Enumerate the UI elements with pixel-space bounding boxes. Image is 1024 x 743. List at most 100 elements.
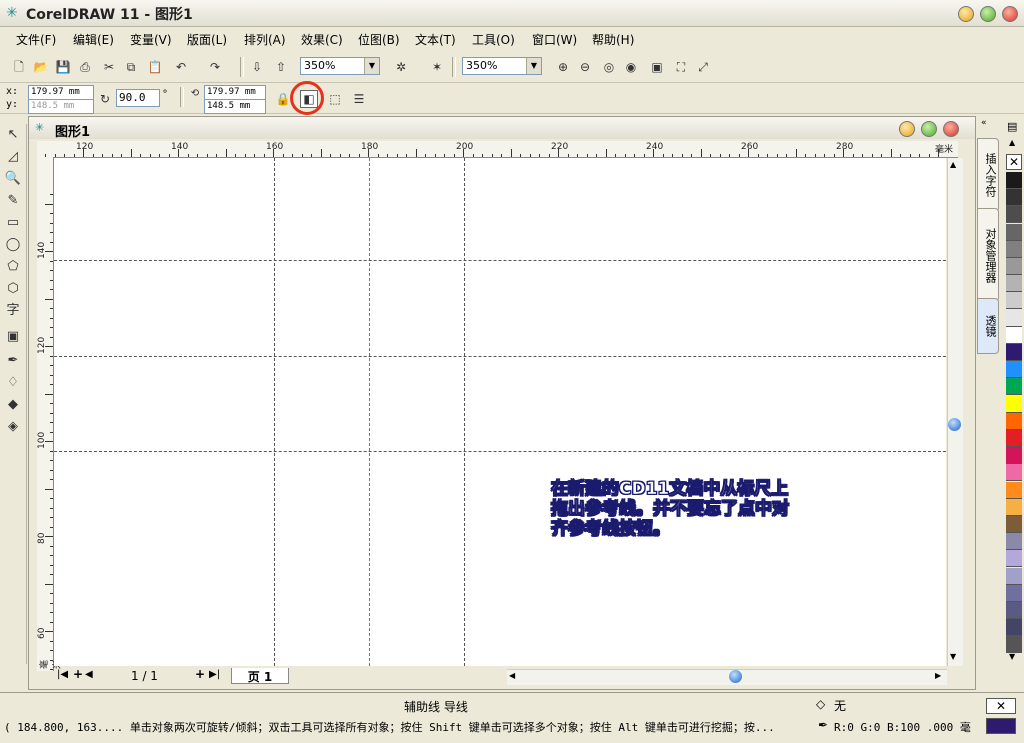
menu-help[interactable]: 帮助(H): [592, 31, 634, 48]
color-swatch[interactable]: [1006, 636, 1022, 654]
zoom-selected-icon[interactable]: ◎: [600, 58, 618, 76]
last-page-icon[interactable]: ▶|: [209, 669, 220, 680]
doc-close-button[interactable]: [943, 121, 959, 137]
vertical-guideline[interactable]: [274, 158, 275, 666]
doc-minimize-button[interactable]: [899, 121, 915, 137]
menu-effects[interactable]: 效果(C): [301, 31, 343, 48]
horizontal-ruler[interactable]: 120 140 160 180 200 220 240 260 280 毫米: [37, 141, 958, 158]
add-page-after-icon[interactable]: +: [195, 667, 205, 681]
color-swatch[interactable]: [1006, 361, 1022, 379]
application-launcher-icon[interactable]: ✲: [392, 58, 410, 76]
color-swatch[interactable]: [1006, 275, 1022, 293]
zoom-level-combo[interactable]: 350% ▼: [300, 57, 380, 75]
palette-scroll-down-icon[interactable]: ▼: [1009, 652, 1015, 661]
color-swatch[interactable]: [1006, 464, 1022, 482]
outline-tool-icon[interactable]: ♢: [4, 374, 22, 392]
no-color-swatch[interactable]: ✕: [1006, 154, 1022, 170]
palette-menu-icon[interactable]: ▤: [1007, 120, 1017, 133]
color-swatch[interactable]: [1006, 619, 1022, 637]
zoom-dropdown-arrow-icon[interactable]: ▼: [364, 58, 379, 74]
y-position-field[interactable]: 148.5 mm: [28, 99, 94, 114]
horizontal-guideline[interactable]: [54, 260, 946, 261]
color-swatch[interactable]: [1006, 309, 1022, 327]
basic-shapes-tool-icon[interactable]: ⬡: [4, 280, 22, 298]
docker-collapse-icon[interactable]: «: [981, 118, 987, 128]
prev-page-icon[interactable]: ◀: [85, 669, 93, 680]
color-swatch[interactable]: [1006, 223, 1022, 241]
color-swatch[interactable]: [1006, 430, 1022, 447]
maximize-button[interactable]: [980, 6, 996, 22]
color-swatch[interactable]: [1006, 412, 1022, 430]
ellipse-tool-icon[interactable]: ◯: [4, 236, 22, 254]
color-swatch[interactable]: [1006, 516, 1022, 533]
scroll-up-icon[interactable]: ▲: [950, 160, 956, 169]
drawing-canvas[interactable]: [54, 158, 946, 666]
color-swatch[interactable]: [1006, 395, 1022, 413]
paste-icon[interactable]: 📋: [146, 58, 164, 76]
text-tool-icon[interactable]: 字: [4, 302, 22, 320]
undo-icon[interactable]: ↶: [172, 58, 190, 76]
zoom-levels-combo[interactable]: 350% ▼: [462, 57, 542, 75]
corel-online-icon[interactable]: ✶: [428, 58, 446, 76]
guidelines-setup-icon[interactable]: ⬚: [326, 90, 344, 108]
color-swatch[interactable]: [1006, 292, 1022, 310]
zoom-tool-icon[interactable]: 🔍: [4, 170, 22, 188]
zoom-height-icon[interactable]: ⤢: [694, 58, 712, 76]
menu-tools[interactable]: 工具(O): [472, 31, 515, 48]
freehand-tool-icon[interactable]: ✎: [4, 192, 22, 210]
menu-text[interactable]: 文本(T): [415, 31, 456, 48]
vertical-scroll-thumb[interactable]: [948, 418, 961, 431]
color-swatch[interactable]: [1006, 172, 1022, 189]
rectangle-tool-icon[interactable]: ▭: [4, 214, 22, 232]
copy-icon[interactable]: ⧉: [122, 58, 140, 76]
zoom-page-icon[interactable]: ▣: [648, 58, 666, 76]
menu-edit[interactable]: 编辑(E): [73, 31, 114, 48]
open-icon[interactable]: 📂: [32, 58, 50, 76]
interactive-fill-tool-icon[interactable]: ◈: [4, 418, 22, 436]
pick-tool-icon[interactable]: ↖: [4, 126, 22, 144]
menu-view[interactable]: 变量(V): [130, 31, 172, 48]
color-swatch[interactable]: [1006, 567, 1022, 585]
color-swatch[interactable]: [1006, 344, 1022, 361]
doc-maximize-button[interactable]: [921, 121, 937, 137]
horizontal-scroll-thumb[interactable]: [729, 670, 742, 683]
docker-tab-object-manager[interactable]: 对象管理器: [977, 208, 999, 302]
color-swatch[interactable]: [1006, 602, 1022, 619]
menu-bitmaps[interactable]: 位图(B): [358, 31, 400, 48]
color-swatch[interactable]: [1006, 378, 1022, 396]
save-icon[interactable]: 💾: [54, 58, 72, 76]
zoom-in-icon[interactable]: ⊕: [554, 58, 572, 76]
eyedropper-tool-icon[interactable]: ✒: [4, 352, 22, 370]
fill-tool-icon[interactable]: ◆: [4, 396, 22, 414]
color-swatch[interactable]: [1006, 533, 1022, 551]
polygon-tool-icon[interactable]: ⬠: [4, 258, 22, 276]
options-icon[interactable]: ☰: [350, 90, 368, 108]
redo-icon[interactable]: ↷: [206, 58, 224, 76]
interactive-blend-tool-icon[interactable]: ▣: [4, 328, 22, 346]
selected-vertical-guideline[interactable]: [369, 158, 370, 666]
page-tab[interactable]: 页 1: [231, 668, 289, 684]
horizontal-scrollbar[interactable]: ◀ ▶: [507, 669, 947, 685]
palette-scroll-up-icon[interactable]: ▲: [1009, 138, 1015, 147]
color-swatch[interactable]: [1006, 326, 1022, 344]
color-swatch[interactable]: [1006, 189, 1022, 207]
shape-tool-icon[interactable]: ◿: [4, 148, 22, 166]
docker-tab-lens[interactable]: 透镜: [977, 298, 999, 354]
close-button[interactable]: [1002, 6, 1018, 22]
color-swatch[interactable]: [1006, 240, 1022, 258]
horizontal-guideline[interactable]: [54, 451, 946, 452]
color-swatch[interactable]: [1006, 498, 1022, 516]
horizontal-guideline[interactable]: [54, 356, 946, 357]
import-icon[interactable]: ⇩: [248, 58, 266, 76]
vertical-ruler[interactable]: 1401201008060毫米: [37, 157, 63, 671]
menu-file[interactable]: 文件(F): [16, 31, 56, 48]
cut-icon[interactable]: ✂: [100, 58, 118, 76]
export-icon[interactable]: ⇧: [272, 58, 290, 76]
docker-tab-insert-character[interactable]: 插入字符: [977, 138, 999, 212]
first-page-icon[interactable]: |◀: [57, 669, 68, 680]
print-icon[interactable]: ⎙: [76, 58, 94, 76]
zoom-width-icon[interactable]: ⛶: [672, 58, 690, 76]
menu-layout[interactable]: 版面(L): [187, 31, 227, 48]
color-swatch[interactable]: [1006, 550, 1022, 568]
scroll-left-icon[interactable]: ◀: [509, 671, 515, 680]
